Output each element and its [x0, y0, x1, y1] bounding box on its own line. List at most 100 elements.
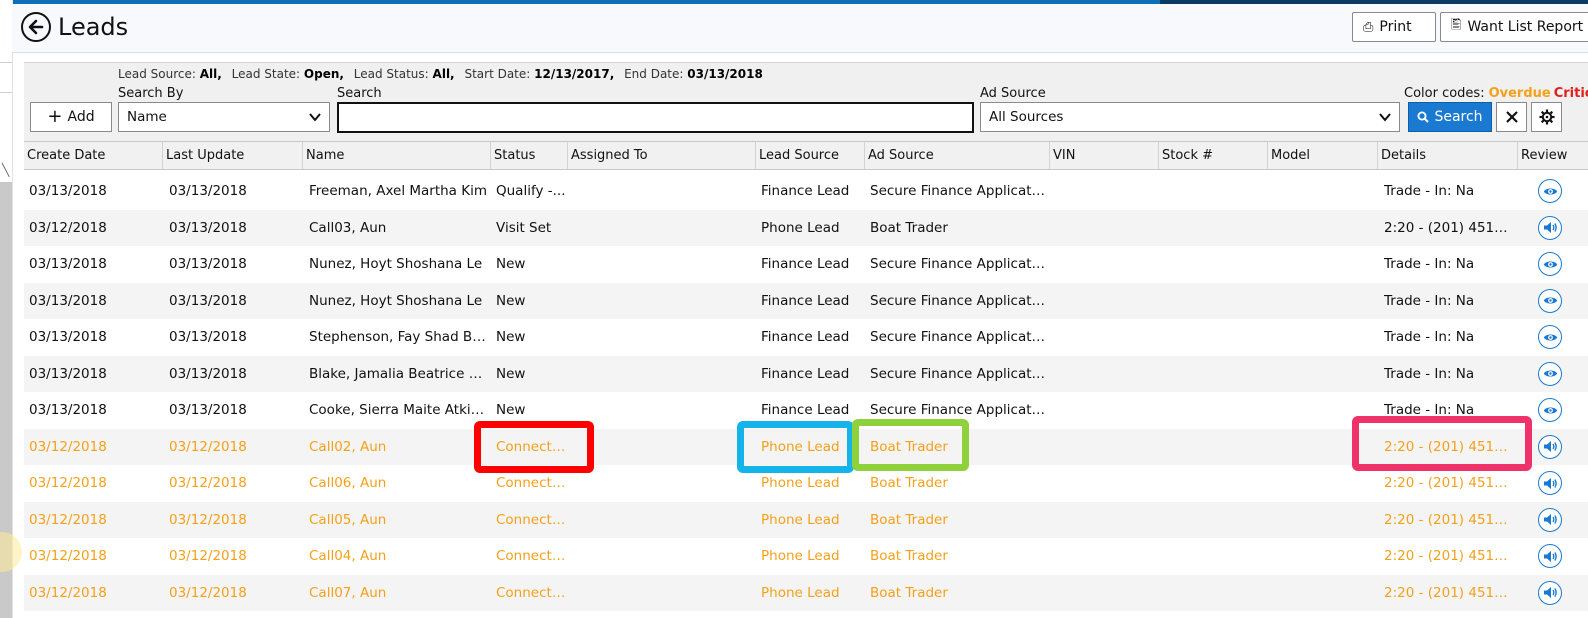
cell-status: New — [496, 365, 526, 382]
table-row[interactable]: 03/13/2018 03/13/2018 Nunez, Hoyt Shoshana… — [24, 246, 1588, 283]
column-header-details[interactable]: Details — [1378, 142, 1518, 169]
cell-create-date: 03/13/2018 — [29, 402, 107, 418]
column-header-lead-source[interactable]: Lead Source — [756, 142, 865, 169]
cell-stock — [1164, 356, 1264, 393]
cell-status: New — [496, 256, 526, 272]
column-header-stock[interactable]: Stock # — [1159, 142, 1268, 169]
speaker-icon — [1543, 477, 1558, 490]
caret-icon[interactable]: ╲ — [2, 163, 9, 177]
cell-lead-source: Finance Lead — [761, 402, 850, 418]
cell-status: Connected — [496, 475, 566, 491]
cell-lead-source: Finance Lead — [761, 183, 850, 199]
cell-vin — [1055, 502, 1155, 539]
column-header-ad-source[interactable]: Ad Source — [865, 142, 1050, 169]
review-button[interactable] — [1538, 507, 1562, 532]
cell-assigned-to — [572, 575, 752, 612]
cell-last-update: 03/13/2018 — [169, 365, 247, 382]
cell-create-date: 03/13/2018 — [29, 365, 107, 382]
eye-icon — [1543, 295, 1558, 306]
speaker-icon — [1543, 586, 1558, 599]
cell-details: Trade - In: Na — [1384, 256, 1475, 272]
column-header-name[interactable]: Name — [303, 142, 491, 169]
review-button[interactable] — [1538, 361, 1562, 386]
search-input[interactable] — [337, 102, 974, 133]
search-by-label: Search By — [118, 86, 184, 101]
ad-source-select[interactable]: All Sources — [980, 102, 1400, 132]
cell-ad-source: Secure Finance Application — [870, 329, 1046, 345]
table-header: Create Date Last Update Name Status Assi… — [24, 141, 1588, 170]
cell-status: New — [496, 292, 526, 309]
filter-panel: Lead Source: All, Lead State: Open, Lead… — [24, 62, 1588, 141]
review-button[interactable] — [1538, 434, 1562, 459]
print-button[interactable]: ⎙ Print — [1352, 12, 1436, 42]
search-by-select[interactable]: Name — [118, 102, 330, 132]
column-header-model[interactable]: Model — [1268, 142, 1378, 169]
cell-last-update: 03/13/2018 — [169, 219, 247, 236]
review-button[interactable] — [1538, 580, 1562, 605]
column-header-last-update[interactable]: Last Update — [163, 142, 303, 169]
review-button[interactable] — [1538, 252, 1562, 276]
cell-stock — [1164, 210, 1264, 247]
print-label: Print — [1379, 19, 1412, 35]
cell-vin — [1055, 173, 1155, 210]
eye-icon — [1543, 259, 1558, 270]
table-row[interactable]: 03/13/2018 03/13/2018 Blake, Jamalia Beatr… — [24, 355, 1588, 393]
cell-lead-source: Finance Lead — [761, 329, 850, 345]
cell-details: Trade - In: Na — [1384, 402, 1475, 418]
chevron-down-icon — [309, 113, 321, 122]
cell-assigned-to — [572, 429, 752, 466]
cell-name: Stephenson, Fay Shad Bar... — [309, 329, 487, 345]
back-button[interactable] — [21, 12, 51, 42]
column-header-status[interactable]: Status — [491, 142, 568, 169]
table-row[interactable]: 03/13/2018 03/13/2018 Stephenson, Fay Shad… — [24, 319, 1588, 356]
table-row[interactable]: 03/13/2018 03/13/2018 Freeman, Axel Martha… — [24, 173, 1588, 210]
column-header-assigned-to[interactable]: Assigned To — [568, 142, 756, 169]
cell-details: Trade - In: Na — [1384, 183, 1475, 199]
cell-details: 2:20 - (201) 451-47... — [1384, 548, 1512, 564]
want-list-report-button[interactable]: 🖺 Want List Report — [1440, 12, 1588, 42]
table-row[interactable]: 03/12/2018 03/12/2018 Call06, Aun Connected… — [24, 465, 1588, 502]
cell-name: Freeman, Axel Martha Kim — [309, 183, 487, 199]
cell-model — [1273, 210, 1373, 247]
cell-details: 2:20 - (201) 451-47... — [1384, 584, 1512, 601]
cell-stock — [1164, 502, 1264, 539]
column-header-review[interactable]: Review — [1518, 142, 1588, 169]
cell-name: Blake, Jamalia Beatrice Sny... — [309, 365, 487, 382]
table-row[interactable]: 03/13/2018 03/13/2018 Nunez, Hoyt Shoshana… — [24, 282, 1588, 319]
critical-legend: Critical — [1553, 86, 1588, 101]
cell-model — [1273, 356, 1373, 393]
cell-ad-source: Boat Trader — [870, 548, 948, 564]
cell-create-date: 03/13/2018 — [29, 329, 107, 345]
speaker-icon — [1543, 221, 1558, 234]
table-row[interactable]: 03/12/2018 03/12/2018 Call05, Aun Connected… — [24, 501, 1588, 539]
cell-details: Trade - In: Na — [1384, 329, 1475, 345]
cell-assigned-to — [572, 465, 752, 502]
column-header-vin[interactable]: VIN — [1050, 142, 1159, 169]
review-button[interactable] — [1538, 544, 1562, 568]
review-button[interactable] — [1538, 398, 1562, 422]
search-button[interactable]: Search — [1408, 102, 1492, 132]
column-header-create-date[interactable]: Create Date — [24, 142, 163, 169]
cell-name: Call04, Aun — [309, 548, 387, 564]
settings-button[interactable] — [1531, 102, 1562, 132]
review-button[interactable] — [1538, 471, 1562, 495]
add-button[interactable]: + Add — [30, 102, 112, 132]
review-button[interactable] — [1538, 179, 1562, 203]
start-date-label: Start Date: — [464, 67, 531, 81]
cell-ad-source: Boat Trader — [870, 584, 948, 601]
ad-source-label: Ad Source — [980, 86, 1046, 101]
table-row[interactable]: 03/12/2018 03/12/2018 Call07, Aun Connected… — [24, 574, 1588, 612]
cell-stock — [1164, 319, 1264, 356]
review-button[interactable] — [1538, 215, 1562, 240]
review-button[interactable] — [1538, 325, 1562, 349]
table-row[interactable]: 03/12/2018 03/13/2018 Call03, Aun Visit Set… — [24, 209, 1588, 247]
divider — [0, 92, 12, 93]
table-row[interactable]: 03/12/2018 03/12/2018 Call04, Aun Connected… — [24, 538, 1588, 575]
cell-vin — [1055, 429, 1155, 466]
cell-assigned-to — [572, 502, 752, 539]
table-row[interactable]: 03/13/2018 03/13/2018 Cooke, Sierra Maite … — [24, 392, 1588, 429]
clear-button[interactable] — [1496, 102, 1527, 132]
review-button[interactable] — [1538, 288, 1562, 313]
cell-create-date: 03/12/2018 — [29, 548, 107, 564]
table-row[interactable]: 03/12/2018 03/12/2018 Call02, Aun Connected… — [24, 428, 1588, 466]
